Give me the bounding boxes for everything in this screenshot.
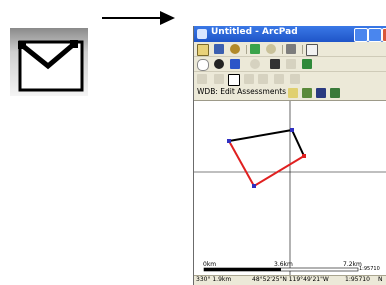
wdb-tool-4-icon[interactable] xyxy=(330,88,340,98)
edit-options-icon[interactable] xyxy=(290,74,300,84)
wdb-tool-3-icon[interactable] xyxy=(316,88,326,98)
help-icon[interactable] xyxy=(306,44,318,56)
status-bearing: 330° 1.9km xyxy=(196,276,232,283)
measure-icon[interactable] xyxy=(286,59,296,69)
polygon-tool-icon[interactable] xyxy=(228,74,240,86)
attributes-icon[interactable] xyxy=(274,74,284,84)
arcpad-app-icon xyxy=(197,29,207,39)
polygon-vertex xyxy=(227,139,231,143)
wdb-tool-1-icon[interactable] xyxy=(288,88,298,98)
save-icon[interactable] xyxy=(214,44,224,54)
arrow-icon xyxy=(96,5,176,31)
polygon-edge-black xyxy=(228,129,293,142)
wdb-toolbar-label: WDB: Edit Assessments xyxy=(197,87,287,96)
add-data-icon[interactable] xyxy=(266,44,276,54)
browse-toolbar xyxy=(194,57,386,72)
scalebar-label-mid: 3.6km xyxy=(274,261,293,268)
gps-icon[interactable] xyxy=(230,44,240,54)
pan-icon[interactable] xyxy=(214,59,224,69)
polygon-edge-red xyxy=(253,155,305,187)
back-icon[interactable] xyxy=(230,59,240,69)
select-icon[interactable] xyxy=(197,74,207,84)
map-view[interactable]: 0km 3.6km 7.2km 1:95710 xyxy=(194,101,386,275)
minimize-button[interactable] xyxy=(354,28,368,42)
wdb-toolbar: WDB: Edit Assessments xyxy=(194,86,386,101)
maximize-button[interactable] xyxy=(368,28,382,42)
close-button[interactable] xyxy=(382,28,386,42)
find-icon[interactable] xyxy=(270,59,280,69)
line-tool-icon[interactable] xyxy=(244,74,254,84)
hyperlink-icon[interactable] xyxy=(302,59,312,69)
polygon-vertex xyxy=(302,154,306,158)
scalebar-label-start: 0km xyxy=(203,261,216,268)
scalebar-ratio: 1:95710 xyxy=(359,266,380,272)
status-coordinates: 48°52'25"N 119°49'21"W xyxy=(252,276,329,283)
polygon-tool-icon-zoomed xyxy=(10,28,88,96)
polygon-vertex xyxy=(252,184,256,188)
scalebar: 0km 3.6km 7.2km 1:95710 xyxy=(203,261,380,272)
polygon-edge-red xyxy=(228,140,255,187)
identify-icon[interactable] xyxy=(250,59,260,69)
polygon-edge-black xyxy=(291,129,305,157)
polygon-vertex xyxy=(290,128,294,132)
edit-toolbar xyxy=(194,72,386,87)
status-bar: 330° 1.9km 48°52'25"N 119°49'21"W 1:9571… xyxy=(194,275,386,285)
wdb-tool-2-icon[interactable] xyxy=(302,88,312,98)
status-scale: 1:95710 xyxy=(345,276,370,283)
title-bar: Untitled - ArcPad xyxy=(194,26,386,42)
vertex-tool-icon[interactable] xyxy=(258,74,268,84)
main-toolbar xyxy=(194,42,386,57)
point-tool-icon[interactable] xyxy=(214,74,224,84)
layers-icon[interactable] xyxy=(250,44,260,54)
tools-icon[interactable] xyxy=(286,44,296,54)
zoom-in-icon[interactable] xyxy=(197,59,209,71)
window-title: Untitled - ArcPad xyxy=(211,27,298,37)
status-mode: N xyxy=(378,276,383,283)
new-icon[interactable] xyxy=(197,44,209,56)
arcpad-window: Untitled - ArcPad WDB: Edit Assessments … xyxy=(193,26,386,285)
map-canvas[interactable]: 0km 3.6km 7.2km 1:95710 xyxy=(194,101,386,275)
